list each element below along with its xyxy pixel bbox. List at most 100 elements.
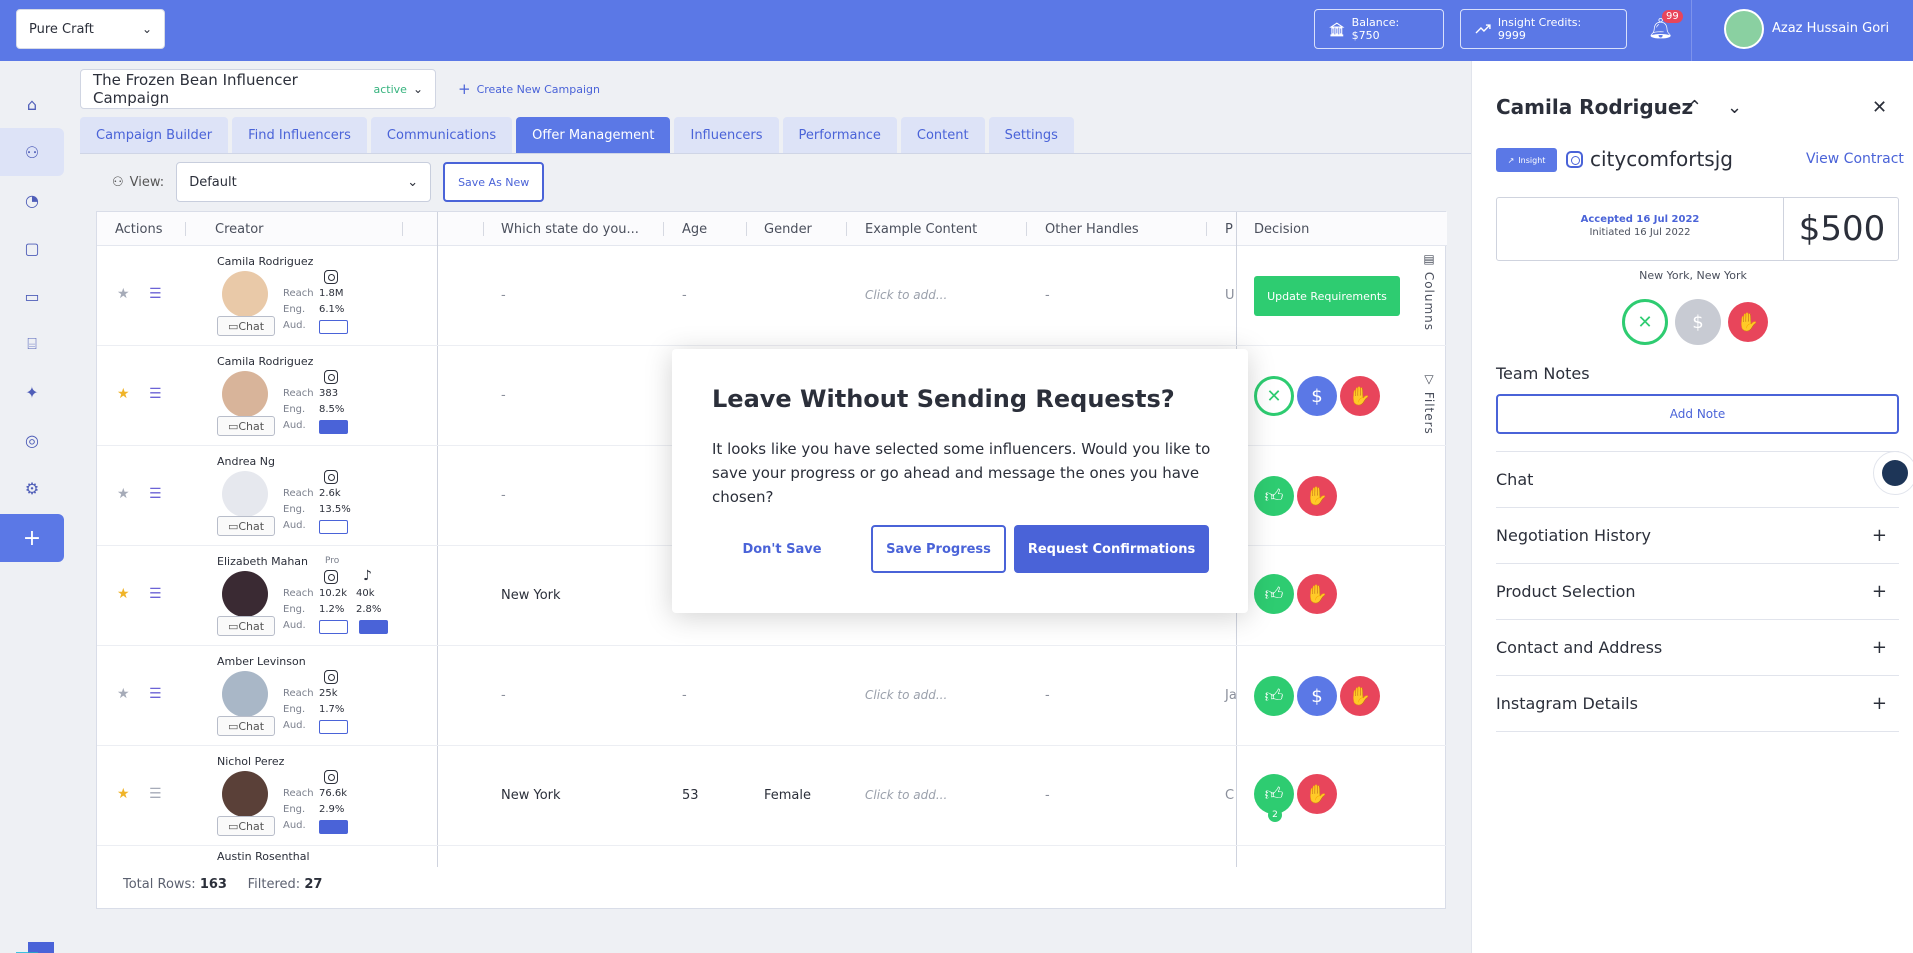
tab-settings[interactable]: Settings	[988, 117, 1074, 153]
state-cell[interactable]: -	[501, 288, 506, 303]
dont-save-button[interactable]: Don't Save	[712, 525, 852, 573]
chat-button[interactable]: ▭ Chat	[217, 716, 275, 736]
section-product-selection[interactable]: Product Selection +	[1496, 563, 1899, 619]
view-contract-link[interactable]: View Contract	[1806, 151, 1904, 167]
audience-icon[interactable]	[359, 620, 388, 634]
state-cell[interactable]: -	[501, 688, 506, 703]
section-chat[interactable]: Chat	[1496, 451, 1899, 507]
thumbs-up-icon[interactable]: 👍︎	[1254, 574, 1294, 614]
header-decision[interactable]: Decision	[1254, 222, 1309, 237]
creator-name[interactable]: Elizabeth Mahan	[217, 555, 308, 568]
state-cell[interactable]: -	[501, 388, 506, 403]
header-creator[interactable]: Creator	[215, 222, 264, 237]
save-as-new-button[interactable]: Save As New	[443, 162, 545, 202]
negotiate-dollar-icon[interactable]: $	[1297, 376, 1337, 416]
section-contact-address[interactable]: Contact and Address +	[1496, 619, 1899, 675]
list-icon[interactable]: ☰	[149, 286, 162, 302]
creator-name[interactable]: Camila Rodriguez	[217, 255, 313, 268]
state-cell[interactable]: -	[501, 488, 506, 503]
panel-handle[interactable]: citycomfortsjg	[1590, 147, 1733, 171]
creator-name[interactable]: Camila Rodriguez	[217, 355, 313, 368]
header-age[interactable]: Age	[682, 222, 707, 237]
table-row[interactable]: ★ ☰ Nichol Perez ▭ Chat Reach Eng. Aud. 76.…	[97, 746, 1447, 846]
star-icon[interactable]: ★	[117, 586, 130, 602]
age-cell[interactable]: -	[682, 688, 687, 703]
list-icon[interactable]: ☰	[149, 786, 162, 802]
tab-content[interactable]: Content	[900, 117, 985, 153]
create-campaign-link[interactable]: + Create New Campaign	[458, 80, 600, 98]
header-gender[interactable]: Gender	[764, 222, 812, 237]
save-progress-button[interactable]: Save Progress	[871, 525, 1006, 573]
insight-credits-button[interactable]: Insight Credits: 9999	[1460, 9, 1627, 49]
p-cell[interactable]: C	[1225, 788, 1234, 803]
home-icon[interactable]: ⌂	[0, 80, 64, 128]
age-cell[interactable]: 53	[682, 788, 699, 803]
target-icon[interactable]: ◎	[0, 416, 64, 464]
p-cell[interactable]: U	[1225, 288, 1235, 303]
audience-icon[interactable]	[319, 320, 348, 334]
header-p[interactable]: P	[1225, 222, 1233, 237]
star-icon[interactable]: ★	[117, 286, 130, 302]
header-actions[interactable]: Actions	[115, 222, 163, 237]
audience-icon[interactable]	[319, 820, 348, 834]
state-cell[interactable]: New York	[501, 788, 561, 803]
settings-gear-icon[interactable]: ⚙	[0, 464, 64, 512]
section-instagram-details[interactable]: Instagram Details +	[1496, 675, 1899, 731]
example-content-cell[interactable]: Click to add...	[865, 788, 947, 802]
other-handles-cell[interactable]: -	[1045, 788, 1050, 803]
p-cell[interactable]: Ja	[1225, 688, 1237, 703]
creator-name[interactable]: Amber Levinson	[217, 655, 306, 668]
thumbs-down-icon[interactable]: ✋	[1340, 676, 1380, 716]
tab-communications[interactable]: Communications	[370, 117, 513, 153]
list-icon[interactable]: ☰	[149, 486, 162, 502]
audience-icon[interactable]	[319, 520, 348, 534]
other-handles-cell[interactable]: -	[1045, 688, 1050, 703]
filters-side-tab[interactable]: ▽ Filters	[1422, 372, 1436, 435]
columns-side-tab[interactable]: ▤ Columns	[1422, 252, 1436, 331]
tab-performance[interactable]: Performance	[782, 117, 897, 153]
media-icon[interactable]: ▢	[0, 224, 64, 272]
age-cell[interactable]: -	[682, 288, 687, 303]
sparkle-icon[interactable]: ✦	[0, 368, 64, 416]
list-icon[interactable]: ☰	[149, 686, 162, 702]
list-icon[interactable]: ☰	[149, 386, 162, 402]
chevron-up-icon[interactable]: ⌃	[1687, 97, 1702, 118]
audience-icon[interactable]	[319, 620, 348, 634]
table-row[interactable]: ★ ☰ Camila Rodriguez ▭ Chat Reach Eng. Aud.…	[97, 246, 1447, 346]
balance-button[interactable]: Balance: $750	[1314, 9, 1444, 49]
chat-button[interactable]: ▭ Chat	[217, 516, 275, 536]
user-name[interactable]: Azaz Hussain Gori	[1772, 21, 1889, 36]
tab-campaign-builder[interactable]: Campaign Builder	[80, 117, 229, 153]
table-row[interactable]: ★ ☰ Amber Levinson ▭ Chat Reach Eng. Aud. 2…	[97, 646, 1447, 746]
star-icon[interactable]: ★	[117, 486, 130, 502]
creator-name[interactable]: Nichol Perez	[217, 755, 284, 768]
view-select[interactable]: Default ⌄	[176, 162, 432, 202]
tab-influencers[interactable]: Influencers	[674, 117, 779, 153]
add-note-button[interactable]: Add Note	[1496, 394, 1899, 434]
chevron-down-icon[interactable]: ⌄	[1727, 97, 1742, 118]
campaign-selector[interactable]: The Frozen Bean Influencer Campaign acti…	[80, 69, 436, 109]
star-icon[interactable]: ★	[117, 686, 130, 702]
star-icon[interactable]: ★	[117, 786, 130, 802]
tab-find-influencers[interactable]: Find Influencers	[232, 117, 367, 153]
reject-x-icon[interactable]: ✕	[1254, 376, 1294, 416]
header-example-content[interactable]: Example Content	[865, 222, 977, 237]
add-icon[interactable]: +	[0, 514, 64, 562]
example-content-cell[interactable]: Click to add...	[865, 688, 947, 702]
example-content-cell[interactable]: Click to add...	[865, 288, 947, 302]
notifications-bell-icon[interactable]: 🔔︎ 99	[1648, 10, 1683, 40]
support-chat-avatar[interactable]	[1873, 451, 1913, 495]
brand-selector[interactable]: Pure Craft ⌄	[16, 9, 165, 49]
negotiate-dollar-icon[interactable]: $	[1675, 299, 1721, 345]
thumbs-up-icon[interactable]: 👍︎	[1254, 676, 1294, 716]
thumbs-down-icon[interactable]: ✋	[1297, 476, 1337, 516]
thumbs-down-icon[interactable]: ✋	[1297, 574, 1337, 614]
star-icon[interactable]: ★	[117, 386, 130, 402]
thumbs-up-icon[interactable]: 👍︎	[1254, 476, 1294, 516]
other-handles-cell[interactable]: -	[1045, 288, 1050, 303]
table-row[interactable]: Austin Rosenthal	[97, 846, 1447, 868]
thumbs-down-icon[interactable]: ✋	[1297, 774, 1337, 814]
header-state[interactable]: Which state do you...	[501, 222, 639, 237]
user-avatar[interactable]	[1724, 9, 1764, 49]
thumbs-down-icon[interactable]: ✋	[1728, 302, 1768, 342]
